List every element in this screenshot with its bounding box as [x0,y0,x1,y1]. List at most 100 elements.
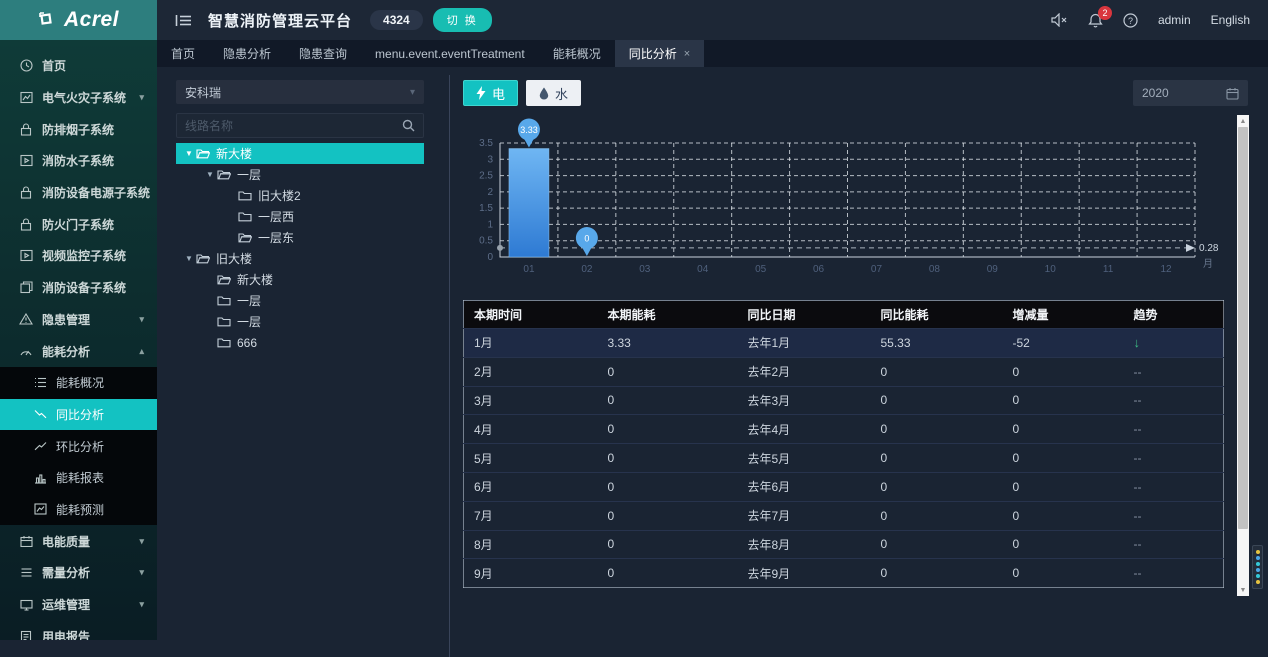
table-cell: 0 [598,415,738,444]
table-row[interactable]: 5月0去年5月00-- [464,444,1224,473]
table-row[interactable]: 2月0去年2月00-- [464,357,1224,386]
tab-3[interactable]: menu.event.eventTreatment [361,40,539,67]
sidebar-item-8[interactable]: 隐患管理▾ [0,304,157,336]
expander-caret-icon[interactable]: ▼ [203,170,217,179]
table-cell: 0 [871,530,1003,559]
tab-5[interactable]: 同比分析× [615,40,704,67]
table-header-4: 增减量 [1003,301,1124,329]
sidebar-item-18[interactable]: 用电报告 [0,620,157,640]
sidebar-item-label: 能耗概况 [56,374,104,391]
sidebar-item-sub-10[interactable]: 能耗概况 [0,367,157,399]
sidebar-item-sub-13[interactable]: 能耗报表 [0,462,157,494]
panel-scrollbar[interactable]: ▲ ▼ [1237,115,1249,596]
collapse-menu-icon[interactable] [175,13,192,28]
sidebar-item-3[interactable]: 消防水子系统 [0,145,157,177]
expander-caret-icon[interactable]: ▼ [182,149,196,158]
trend-down-icon: ↓ [1134,335,1141,350]
tree-node-label: 一层东 [258,229,294,246]
table-row[interactable]: 1月3.33去年1月55.33-52↓ [464,329,1224,358]
line-search-input[interactable] [185,119,402,133]
table-cell: 6月 [464,472,598,501]
table-header-1: 本期能耗 [598,301,738,329]
tab-0[interactable]: 首页 [157,40,209,67]
trend-flat-label: -- [1134,451,1142,465]
tree-node-4[interactable]: 一层东 [176,227,424,248]
svg-text:0: 0 [487,252,493,263]
tree-node-2[interactable]: 旧大楼2 [176,185,424,206]
sidebar-item-4[interactable]: 消防设备电源子系统 [0,177,157,209]
table-cell: 去年2月 [738,357,871,386]
sidebar-item-sub-12[interactable]: 环比分析 [0,430,157,462]
sidebar-item-9[interactable]: 能耗分析▴ [0,335,157,367]
company-select[interactable]: 安科瑞 ▾ [176,80,424,104]
sidebar-item-label: 电能质量 [42,533,90,550]
table-cell: 去年3月 [738,386,871,415]
lock-icon [19,186,33,199]
tree-node-3[interactable]: 一层西 [176,206,424,227]
tab-4[interactable]: 能耗概况 [539,40,615,67]
water-tab-button[interactable]: 水 [526,80,581,106]
scroll-down-icon[interactable]: ▼ [1237,584,1249,596]
scrollbar-thumb[interactable] [1238,127,1248,529]
tree-node-7[interactable]: 一层 [176,290,424,311]
year-on-year-chart: 00.511.522.533.5010203040506070809101112… [463,115,1223,287]
table-row[interactable]: 3月0去年3月00-- [464,386,1224,415]
svg-text:3.33: 3.33 [520,125,538,135]
language-switch[interactable]: English [1211,13,1250,27]
table-cell: 0 [598,501,738,530]
tree-node-label: 旧大楼2 [258,187,301,204]
table-cell: -- [1124,472,1224,501]
search-icon[interactable] [402,119,415,132]
sidebar-item-15[interactable]: 电能质量▾ [0,525,157,557]
sidebar-item-label: 消防设备子系统 [42,279,126,296]
table-row[interactable]: 9月0去年9月00-- [464,559,1224,588]
switch-button[interactable]: 切 换 [433,8,492,32]
tree-node-1[interactable]: ▼一层 [176,164,424,185]
sidebar-item-label: 用电报告 [42,628,90,640]
sidebar-item-sub-11[interactable]: 同比分析 [0,399,157,431]
tree-node-5[interactable]: ▼旧大楼 [176,248,424,269]
analysis-panel: 电 水 2020 00.511.522.533.5010203040506070… [463,80,1248,106]
sidebar-item-1[interactable]: 电气火灾子系统▾ [0,82,157,114]
tab-2[interactable]: 隐患查询 [285,40,361,67]
user-menu[interactable]: admin [1158,13,1191,27]
close-tab-icon[interactable]: × [684,48,690,60]
electric-tab-button[interactable]: 电 [463,80,518,106]
sidebar-item-7[interactable]: 消防设备子系统 [0,272,157,304]
table-cell: 0 [1003,386,1124,415]
tree-node-label: 新大楼 [216,145,252,162]
svg-text:0.5: 0.5 [479,236,493,247]
table-row[interactable]: 4月0去年4月00-- [464,415,1224,444]
sidebar-item-16[interactable]: 需量分析▾ [0,557,157,589]
line-search-box [176,113,424,138]
table-row[interactable]: 7月0去年7月00-- [464,501,1224,530]
tree-node-label: 一层 [237,313,261,330]
sidebar-item-5[interactable]: 防火门子系统 [0,208,157,240]
bar-chart-svg: 00.511.522.533.5010203040506070809101112… [463,115,1223,287]
svg-text:?: ? [1128,15,1133,25]
sidebar-item-0[interactable]: 首页 [0,50,157,82]
speaker-icon[interactable] [1051,13,1068,27]
tree-node-0[interactable]: ▼ 新大楼 [176,143,424,164]
table-cell: 0 [871,415,1003,444]
tree-node-9[interactable]: 666 [176,332,424,353]
tree-node-8[interactable]: 一层 [176,311,424,332]
sidebar-item-17[interactable]: 运维管理▾ [0,589,157,621]
sidebar-item-sub-14[interactable]: 能耗预测 [0,494,157,526]
table-cell: -- [1124,357,1224,386]
trend-up-icon [33,441,47,451]
monitor-icon [19,599,33,611]
sidebar-item-6[interactable]: 视频监控子系统 [0,240,157,272]
expander-caret-icon[interactable]: ▼ [182,254,196,263]
tree-node-6[interactable]: 新大楼 [176,269,424,290]
scroll-up-icon[interactable]: ▲ [1237,115,1249,127]
tab-1[interactable]: 隐患分析 [209,40,285,67]
table-row[interactable]: 6月0去年6月00-- [464,472,1224,501]
table-row[interactable]: 8月0去年8月00-- [464,530,1224,559]
chevron-up-icon: ▴ [139,346,144,357]
bell-icon[interactable]: 2 [1088,13,1103,28]
folder-open-icon [196,253,210,264]
year-picker[interactable]: 2020 [1133,80,1248,106]
sidebar-item-2[interactable]: 防排烟子系统 [0,113,157,145]
help-icon[interactable]: ? [1123,13,1138,28]
